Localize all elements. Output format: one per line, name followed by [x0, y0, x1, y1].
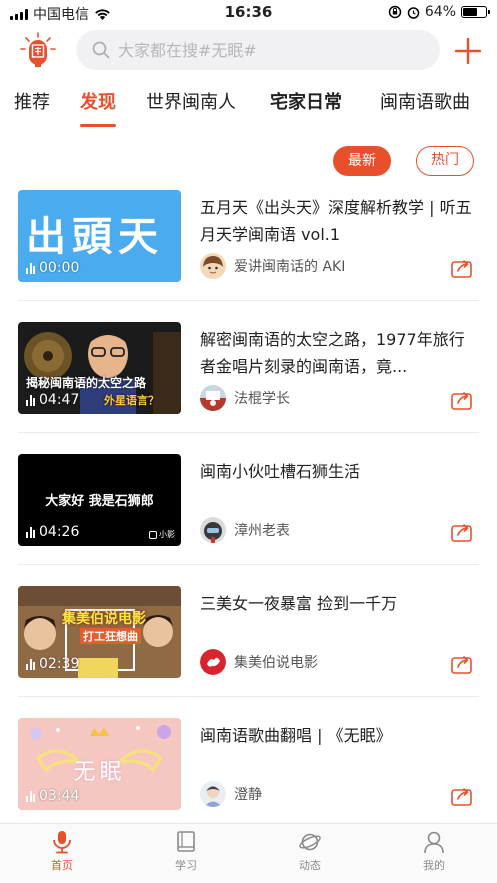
avatar [200, 649, 226, 675]
thumbnail-title-art: 出頭天 [26, 213, 164, 260]
tab-minnan-songs[interactable]: 闽南语歌曲 [380, 88, 470, 128]
bottom-nav: 首页 学习 动态 我的 [0, 823, 497, 883]
sort-newest-button[interactable]: 最新 [333, 146, 391, 176]
duration-text: 00:00 [39, 260, 80, 276]
share-icon[interactable] [451, 258, 473, 278]
divider [18, 696, 479, 697]
video-title[interactable]: 五月天《出头天》深度解析教学 | 听五月天学闽南语 vol.1 [200, 194, 480, 248]
microphone-icon [53, 831, 71, 854]
rotation-lock-icon [388, 5, 402, 19]
video-thumbnail[interactable]: 揭秘闽南语的太空之路 外星语言？ 04:47 [18, 322, 181, 414]
planet-icon [299, 833, 321, 851]
video-duration: 03:44 [26, 788, 79, 804]
duration-text: 03:44 [39, 788, 80, 804]
plus-icon[interactable] [455, 38, 481, 64]
header [0, 26, 497, 76]
avatar [200, 253, 226, 279]
search-bar[interactable] [76, 30, 440, 70]
video-duration: 04:47 [26, 392, 79, 408]
nav-label: 动态 [299, 859, 321, 872]
video-author[interactable]: 澄静 [200, 781, 262, 807]
thumbnail-watermark: 小影 [149, 529, 175, 540]
battery-fill [463, 8, 478, 16]
tab-home-daily[interactable]: 宅家日常 [270, 88, 342, 128]
duration-text: 04:26 [39, 524, 80, 540]
video-duration: 02:39 [26, 656, 79, 672]
watermark-text: 小影 [159, 530, 175, 539]
battery-icon [461, 6, 490, 18]
tab-recommend[interactable]: 推荐 [14, 88, 50, 128]
video-title[interactable]: 闽南小伙吐槽石狮生活 [200, 458, 480, 485]
share-icon[interactable] [451, 390, 473, 410]
alarm-icon [407, 6, 420, 19]
duration-text: 02:39 [39, 656, 80, 672]
tab-world-minnan[interactable]: 世界闽南人 [146, 88, 236, 128]
thumbnail-caption: 大家好 我是石狮郎 [45, 494, 154, 509]
video-item[interactable]: 出頭天 00:00 五月天《出头天》深度解析教学 | 听五月天学闽南语 vol.… [0, 186, 497, 318]
video-author[interactable]: 法棍学长 [200, 385, 290, 411]
equalizer-icon [26, 658, 35, 670]
thumbnail-caption: 无眠 [73, 760, 126, 785]
sort-hot-button[interactable]: 热门 [416, 146, 474, 176]
video-thumbnail[interactable]: 无眠 03:44 [18, 718, 181, 810]
video-title[interactable]: 闽南语歌曲翻唱 | 《无眠》 [200, 722, 480, 749]
author-name: 澄静 [234, 787, 262, 803]
equalizer-icon [26, 526, 35, 538]
avatar [200, 781, 226, 807]
nav-profile[interactable]: 我的 [404, 830, 464, 873]
status-bar: 中国电信 16:36 64% [0, 0, 497, 26]
avatar [200, 517, 226, 543]
author-name: 法棍学长 [234, 391, 290, 407]
battery-percent: 64% [424, 4, 456, 20]
search-icon [92, 41, 110, 59]
status-right: 64% [388, 4, 490, 20]
video-item[interactable]: 揭秘闽南语的太空之路 外星语言？ 04:47 解密闽南语的太空之路，1977年旅… [0, 318, 497, 450]
video-title[interactable]: 解密闽南语的太空之路，1977年旅行者金唱片刻录的闽南语，竟... [200, 326, 480, 380]
author-name: 爱讲闽南话的 AKI [234, 259, 346, 275]
nav-feed[interactable]: 动态 [280, 830, 340, 873]
divider [18, 432, 479, 433]
app-logo-icon[interactable] [20, 32, 56, 68]
share-icon[interactable] [451, 786, 473, 806]
author-name: 集美伯说电影 [234, 655, 318, 671]
nav-study[interactable]: 学习 [156, 830, 216, 873]
video-thumbnail[interactable]: 集美伯说电影 打工狂想曲 02:39 [18, 586, 181, 678]
thumbnail-subcaption: 打工狂想曲 [80, 628, 141, 644]
book-icon [177, 831, 195, 852]
share-icon[interactable] [451, 522, 473, 542]
video-author[interactable]: 集美伯说电影 [200, 649, 318, 675]
share-icon[interactable] [451, 654, 473, 674]
video-item[interactable]: 集美伯说电影 打工狂想曲 02:39 三美女一夜暴富 捡到一千万 集美伯说电影 [0, 582, 497, 714]
nav-label: 我的 [423, 859, 445, 872]
equalizer-icon [26, 262, 35, 274]
thumbnail-caption: 集美伯说电影 [62, 611, 146, 627]
video-duration: 00:00 [26, 260, 79, 276]
video-thumbnail[interactable]: 大家好 我是石狮郎 小影 04:26 [18, 454, 181, 546]
category-tabs: 推荐 发现 世界闽南人 宅家日常 闽南语歌曲 [0, 88, 497, 130]
video-duration: 04:26 [26, 524, 79, 540]
author-name: 漳州老表 [234, 523, 290, 539]
duration-text: 04:47 [39, 392, 80, 408]
video-title[interactable]: 三美女一夜暴富 捡到一千万 [200, 590, 480, 617]
video-item[interactable]: 大家好 我是石狮郎 小影 04:26 闽南小伙吐槽石狮生活 漳州老表 [0, 450, 497, 582]
nav-label: 首页 [51, 859, 73, 872]
nav-label: 学习 [175, 859, 197, 872]
thumbnail-caption: 揭秘闽南语的太空之路 [26, 376, 147, 390]
divider [18, 564, 479, 565]
equalizer-icon [26, 394, 35, 406]
video-author[interactable]: 漳州老表 [200, 517, 290, 543]
equalizer-icon [26, 790, 35, 802]
avatar [200, 385, 226, 411]
video-thumbnail[interactable]: 出頭天 00:00 [18, 190, 181, 282]
tab-discover[interactable]: 发现 [80, 88, 116, 128]
profile-icon [424, 831, 444, 854]
video-author[interactable]: 爱讲闽南话的 AKI [200, 253, 345, 279]
thumbnail-subcaption: 外星语言？ [104, 394, 159, 407]
nav-home[interactable]: 首页 [32, 830, 92, 873]
search-input[interactable] [118, 40, 418, 60]
divider [18, 300, 479, 301]
